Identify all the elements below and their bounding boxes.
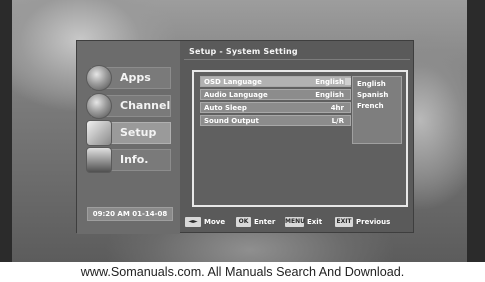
- title-divider: [184, 59, 410, 60]
- hint-move-text: Move: [204, 218, 226, 226]
- key-hints-bar: ◄► Move OK Enter MENU Exit EXIT Previous: [185, 216, 413, 228]
- nav-label-channel: Channel: [120, 99, 171, 112]
- dropdown-arrow-icon: [345, 78, 351, 85]
- hint-previous-text: Previous: [356, 218, 391, 226]
- setting-value: English: [315, 91, 344, 99]
- setting-row-auto-sleep[interactable]: Auto Sleep 4hr: [200, 102, 351, 113]
- info-icon: [86, 147, 112, 173]
- dropdown-option-french[interactable]: French: [357, 102, 384, 110]
- left-border: [0, 0, 12, 262]
- tv-screen: Apps Channel Setup Info. 09:20 AM 01-14-…: [0, 0, 485, 262]
- nav-item-channel[interactable]: Channel: [86, 93, 171, 119]
- dropdown-option-english[interactable]: English: [357, 80, 386, 88]
- osd-menu-panel: Apps Channel Setup Info. 09:20 AM 01-14-…: [76, 40, 414, 234]
- settings-frame: OSD Language English Audio Language Engl…: [192, 70, 408, 207]
- setting-label: Auto Sleep: [204, 104, 247, 112]
- ok-key-icon: OK: [236, 217, 251, 227]
- hint-enter-text: Enter: [254, 218, 276, 226]
- osd-nav-column: Apps Channel Setup Info. 09:20 AM 01-14-…: [77, 41, 180, 234]
- nav-item-apps[interactable]: Apps: [86, 65, 171, 91]
- menu-key-icon: MENU: [285, 217, 305, 227]
- nav-item-setup[interactable]: Setup: [86, 120, 171, 146]
- globe-icon: [86, 65, 112, 91]
- setting-row-audio-language[interactable]: Audio Language English: [200, 89, 351, 100]
- setting-label: Sound Output: [204, 117, 259, 125]
- setup-icon: [86, 120, 112, 146]
- setting-row-sound-output[interactable]: Sound Output L/R: [200, 115, 351, 126]
- channel-icon: [86, 93, 112, 119]
- nav-label-setup: Setup: [120, 126, 157, 139]
- dropdown-option-spanish[interactable]: Spanish: [357, 91, 388, 99]
- setting-row-osd-language[interactable]: OSD Language English: [200, 76, 351, 87]
- osd-title: Setup - System Setting: [189, 47, 298, 56]
- clock-display: 09:20 AM 01-14-08: [87, 207, 173, 221]
- setting-value: English: [315, 78, 344, 86]
- watermark-text: www.Somanuals.com. All Manuals Search An…: [80, 265, 405, 279]
- setting-label: Audio Language: [204, 91, 268, 99]
- right-border: [467, 0, 485, 262]
- setting-label: OSD Language: [204, 78, 262, 86]
- nav-label-apps: Apps: [120, 71, 151, 84]
- setting-value: L/R: [331, 117, 344, 125]
- hint-exit-text: Exit: [307, 218, 323, 226]
- setting-value: 4hr: [330, 104, 344, 112]
- arrows-icon: ◄►: [185, 217, 201, 227]
- language-dropdown[interactable]: English Spanish French: [352, 76, 402, 144]
- nav-item-info[interactable]: Info.: [86, 147, 171, 173]
- exit-key-icon: EXIT: [335, 217, 353, 227]
- nav-label-info: Info.: [120, 153, 149, 166]
